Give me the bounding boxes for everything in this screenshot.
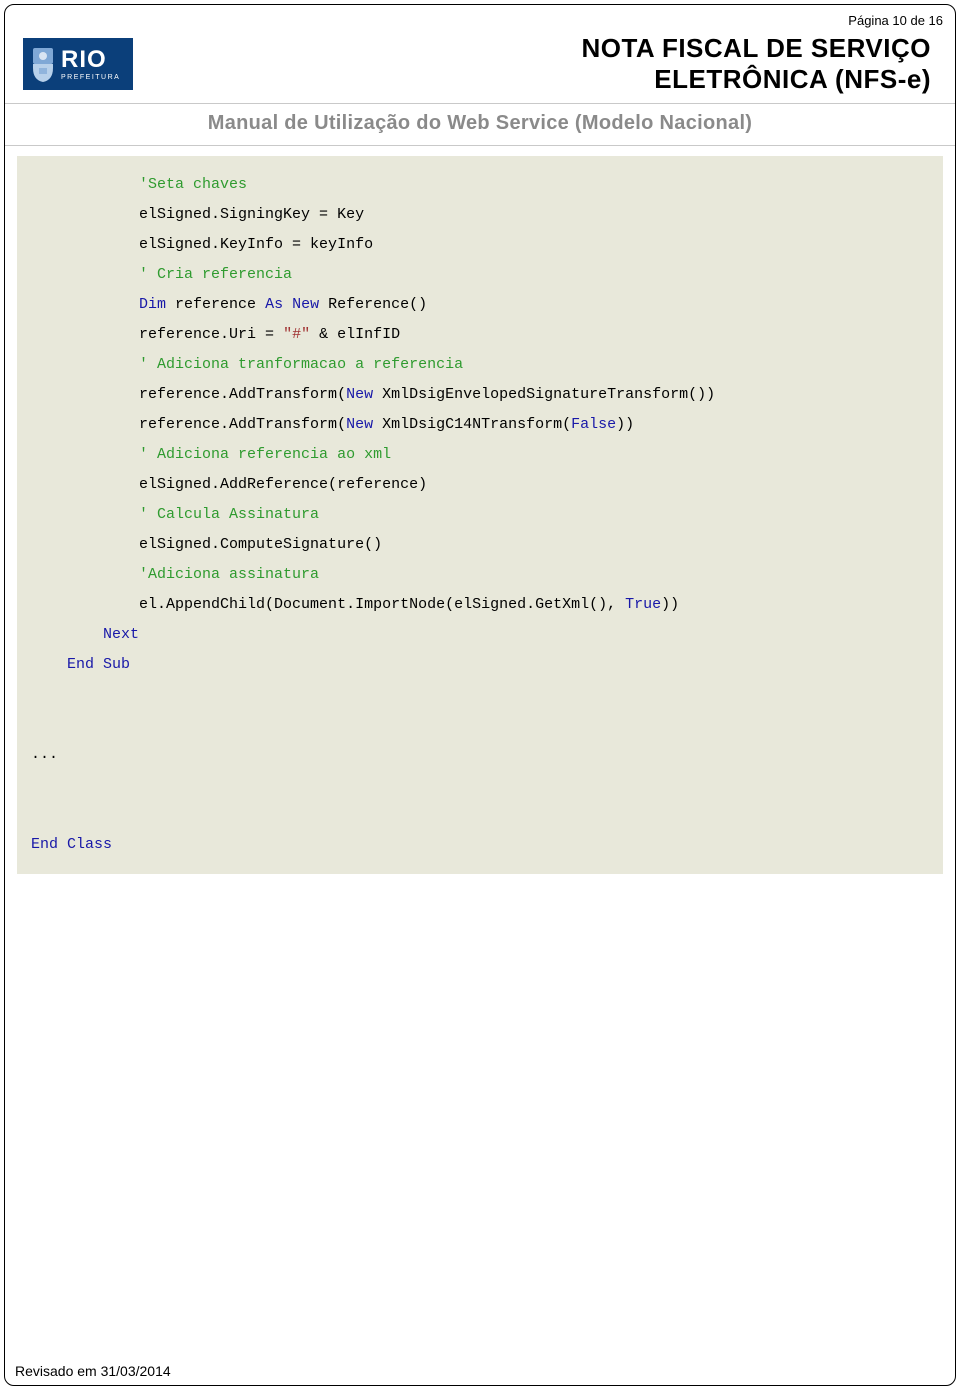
revision-footer: Revisado em 31/03/2014 (15, 1363, 171, 1379)
code-line (31, 770, 929, 800)
code-line: elSigned.KeyInfo = keyInfo (31, 230, 929, 260)
logo: RIO PREFEITURA (23, 38, 133, 90)
code-line (31, 800, 929, 830)
code-line: elSigned.AddReference(reference) (31, 470, 929, 500)
logo-main-text: RIO (61, 48, 120, 72)
header: RIO PREFEITURA NOTA FISCAL DE SERVIÇO EL… (5, 5, 955, 104)
logo-text: RIO PREFEITURA (61, 48, 120, 81)
code-line (31, 680, 929, 710)
code-line: ... (31, 740, 929, 770)
code-line: elSigned.ComputeSignature() (31, 530, 929, 560)
code-line: reference.AddTransform(New XmlDsigEnvelo… (31, 380, 929, 410)
subheader: Manual de Utilização do Web Service (Mod… (5, 104, 955, 146)
code-line: ' Cria referencia (31, 260, 929, 290)
code-line: reference.Uri = "#" & elInfID (31, 320, 929, 350)
code-line: 'Adiciona assinatura (31, 560, 929, 590)
code-line: elSigned.SigningKey = Key (31, 200, 929, 230)
page-number: Página 10 de 16 (848, 13, 943, 28)
page-frame: Página 10 de 16 RIO PREFEITURA NOTA FISC… (4, 4, 956, 1386)
title-line-2: ELETRÔNICA (NFS-e) (581, 64, 931, 95)
logo-sub-text: PREFEITURA (61, 74, 120, 81)
code-line: 'Seta chaves (31, 170, 929, 200)
code-line (31, 710, 929, 740)
crest-icon (31, 44, 55, 84)
title-line-1: NOTA FISCAL DE SERVIÇO (581, 33, 931, 64)
code-line: Dim reference As New Reference() (31, 290, 929, 320)
code-line: End Class (31, 830, 929, 860)
code-line: End Sub (31, 650, 929, 680)
code-line: el.AppendChild(Document.ImportNode(elSig… (31, 590, 929, 620)
code-block: 'Seta chaves elSigned.SigningKey = Key e… (17, 156, 943, 874)
code-line: Next (31, 620, 929, 650)
document-title: NOTA FISCAL DE SERVIÇO ELETRÔNICA (NFS-e… (581, 33, 931, 95)
code-line: ' Calcula Assinatura (31, 500, 929, 530)
code-line: ' Adiciona tranformacao a referencia (31, 350, 929, 380)
subheader-text: Manual de Utilização do Web Service (Mod… (208, 112, 753, 134)
code-line: reference.AddTransform(New XmlDsigC14NTr… (31, 410, 929, 440)
code-line: ' Adiciona referencia ao xml (31, 440, 929, 470)
